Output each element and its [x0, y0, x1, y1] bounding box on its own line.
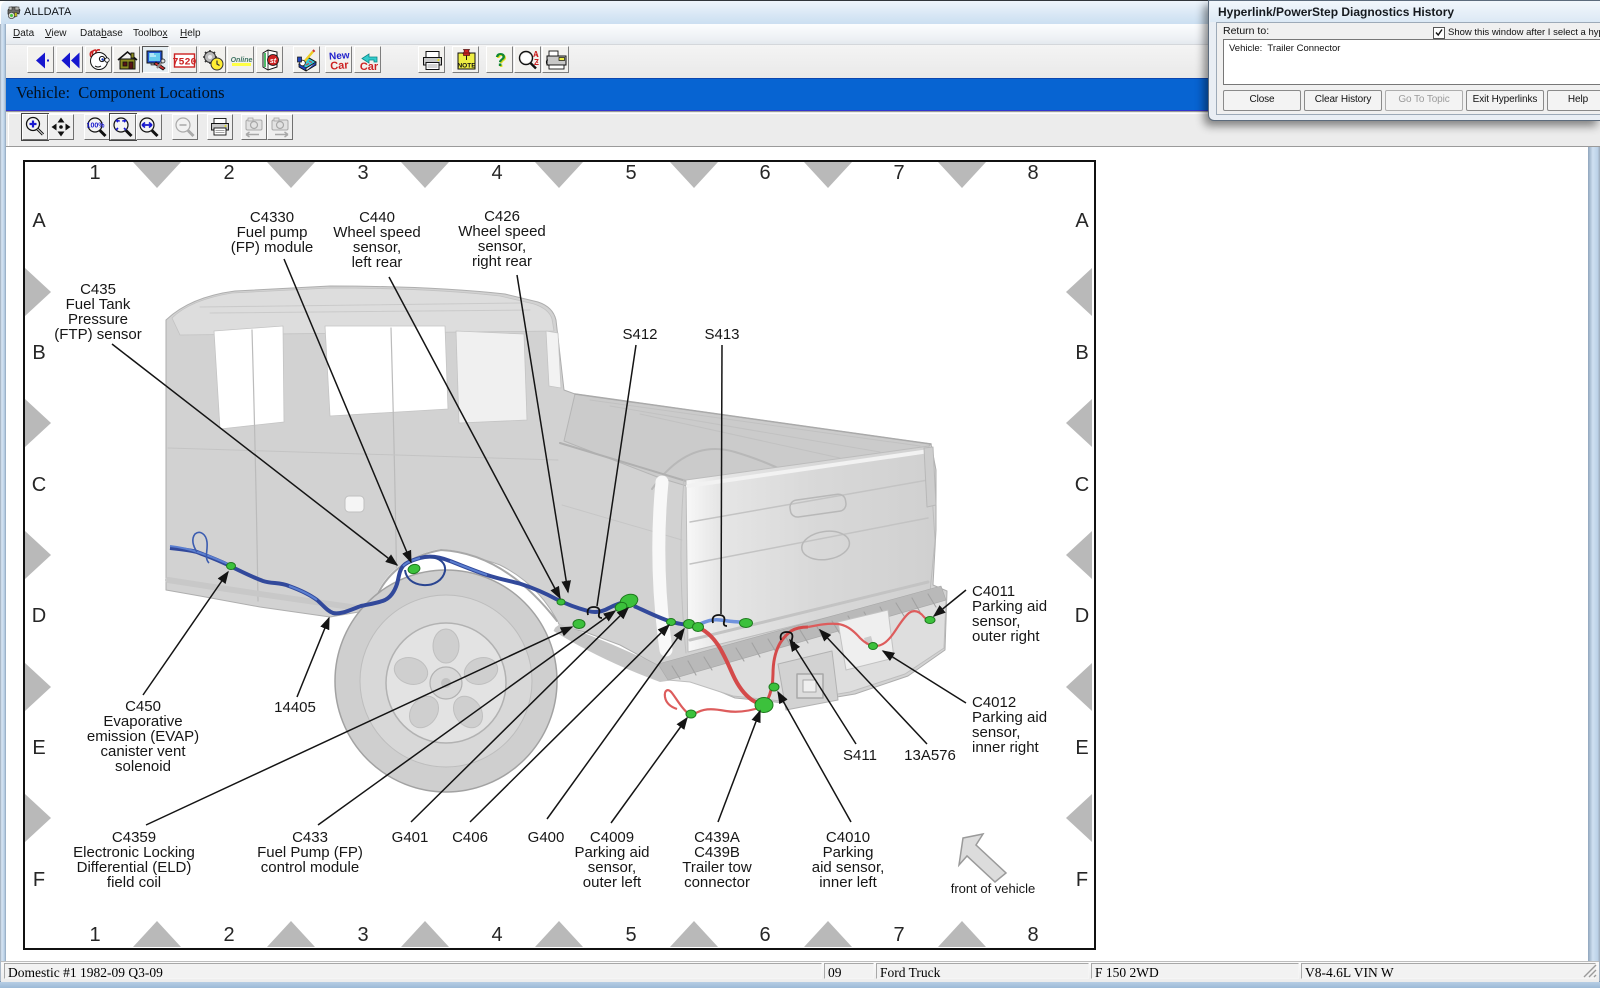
- svg-text:Car: Car: [360, 61, 379, 73]
- svg-text:Car: Car: [330, 59, 350, 72]
- svg-text:Z: Z: [534, 58, 539, 67]
- svg-text:NOTE: NOTE: [457, 63, 476, 70]
- svg-text:?: ?: [495, 50, 506, 70]
- svg-text:7520: 7520: [172, 58, 196, 69]
- svg-text:100%: 100%: [87, 123, 106, 130]
- svg-text:st: st: [270, 58, 277, 65]
- svg-text:Online: Online: [231, 57, 253, 64]
